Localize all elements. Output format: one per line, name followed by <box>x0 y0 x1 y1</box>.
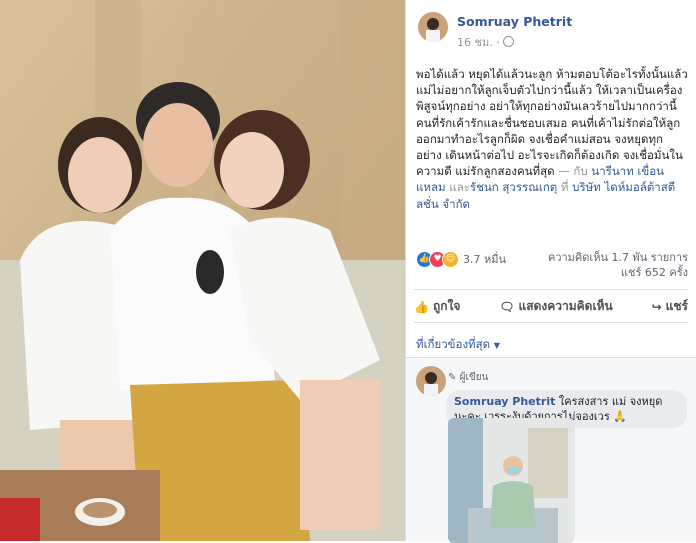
caret-down-icon: ▼ <box>493 341 500 350</box>
comment-icon: 🗨 <box>499 299 515 314</box>
comment-filter-label: ที่เกี่ยวข้องที่สุด <box>416 337 491 351</box>
and-label: และ <box>449 180 470 195</box>
dot-separator: · <box>496 36 504 49</box>
share-icon: ↪ <box>651 299 662 314</box>
commenter-name[interactable]: Somruay Phetrit <box>454 395 555 408</box>
share-label: แชร์ <box>665 299 688 313</box>
post-meta: 16 ชม. · <box>457 33 515 51</box>
author-avatar[interactable] <box>418 12 448 42</box>
post-text: พอได้แล้ว หยุดได้แล้วนะลูก ห้ามตอบโต้อะไ… <box>416 66 688 212</box>
at-label: ที่ <box>560 180 569 195</box>
post-time[interactable]: 16 ชม. <box>457 36 493 49</box>
comments-section: ✎ ผู้เขียน Somruay Phetrit ใครสงสาร แม่ … <box>406 357 696 543</box>
post-stats: ความคิดเห็น 1.7 พัน รายการ แชร์ 652 ครั้… <box>538 250 688 280</box>
comment-button[interactable]: 🗨 แสดงความคิดเห็น <box>499 297 612 316</box>
comments-count[interactable]: ความคิดเห็น 1.7 พัน รายการ <box>538 250 688 265</box>
author-badge-label: ผู้เขียน <box>459 372 489 383</box>
reaction-count: 3.7 หมื่น <box>463 253 507 266</box>
commenter-avatar[interactable] <box>416 366 446 396</box>
post-photo[interactable] <box>0 0 405 541</box>
photo-illustration <box>0 0 405 541</box>
like-label: ถูกใจ <box>432 299 461 313</box>
comment-label: แสดงความคิดเห็น <box>518 299 613 313</box>
globe-icon[interactable] <box>503 36 515 47</box>
thumbs-up-icon: 👍 <box>414 299 429 314</box>
pen-icon: ✎ <box>448 372 457 383</box>
shares-count[interactable]: แชร์ 652 ครั้ง <box>538 265 688 280</box>
reactions-summary[interactable]: 👍 ♥ ☺ 3.7 หมื่น <box>416 250 506 268</box>
post-body: พอได้แล้ว หยุดได้แล้วนะลูก ห้ามตอบโต้อะไ… <box>416 67 688 179</box>
author-badge: ✎ ผู้เขียน <box>448 370 488 385</box>
divider <box>414 322 688 323</box>
post-author-name[interactable]: Somruay Phetrit <box>457 14 572 29</box>
post-panel: Somruay Phetrit 16 ชม. · พอได้แล้ว หยุดไ… <box>405 0 696 543</box>
praying-hands-icon: 🙏 <box>613 410 627 423</box>
like-button[interactable]: 👍 ถูกใจ <box>414 297 460 316</box>
divider <box>414 289 688 290</box>
post-actions: 👍 ถูกใจ 🗨 แสดงความคิดเห็น ↪ แชร์ <box>414 297 688 316</box>
comment-photo[interactable] <box>448 418 575 543</box>
comment-filter-dropdown[interactable]: ที่เกี่ยวข้องที่สุด ▼ <box>416 336 500 354</box>
tagged-user-2[interactable]: รัชนก สุวรรณเกตุ <box>470 180 557 194</box>
with-label: — กับ <box>558 164 588 179</box>
hospital-photo-illustration <box>448 418 575 543</box>
share-button[interactable]: ↪ แชร์ <box>652 297 688 316</box>
haha-reaction-icon: ☺ <box>442 250 459 268</box>
